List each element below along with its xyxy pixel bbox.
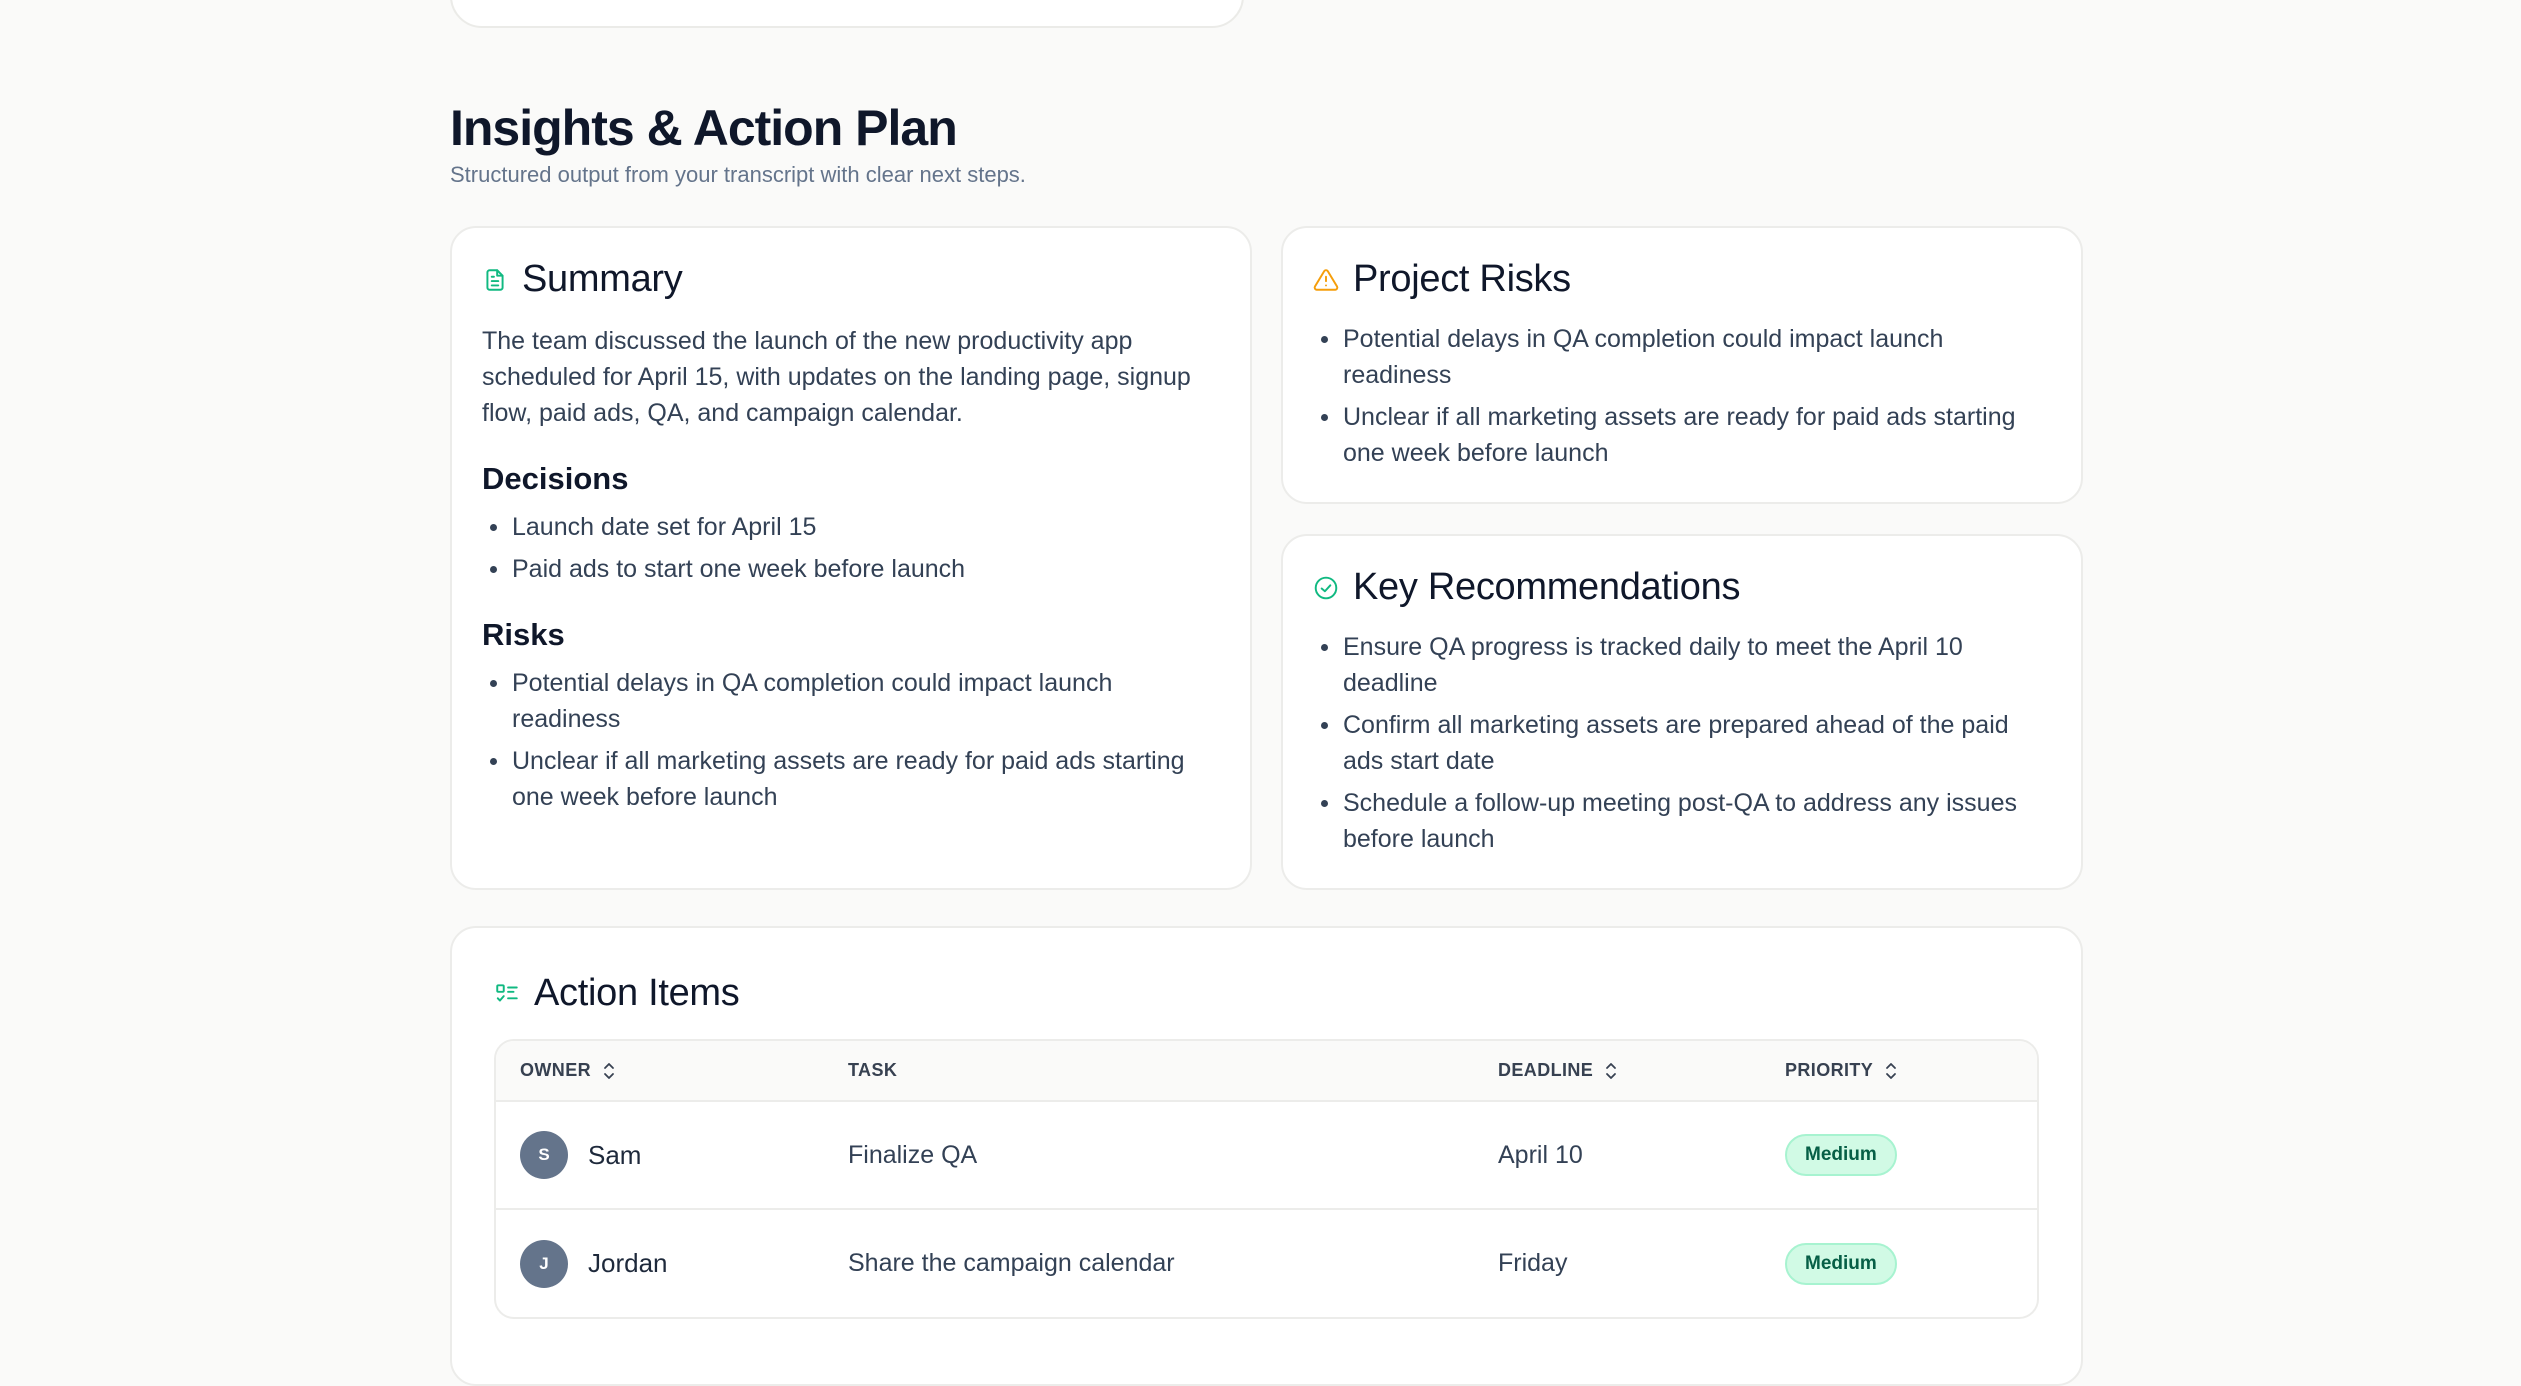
list-item: Unclear if all marketing assets are read… [482, 743, 1220, 815]
list-item: Potential delays in QA completion could … [482, 665, 1220, 737]
deadline-cell: April 10 [1474, 1100, 1761, 1209]
summary-risks-list: Potential delays in QA completion could … [482, 665, 1220, 815]
action-items-title: Action Items [534, 972, 740, 1014]
risks-title-row: Project Risks [1313, 258, 2051, 301]
avatar: S [520, 1131, 568, 1179]
summary-title-row: Summary [482, 258, 1220, 301]
decisions-list: Launch date set for April 15 Paid ads to… [482, 509, 1220, 587]
warning-icon [1313, 267, 1339, 293]
list-item: Launch date set for April 15 [482, 509, 1220, 545]
table-header-row: OWNER TASK DEADLINE PRIORITY [496, 1041, 2037, 1101]
section-title: Insights & Action Plan [450, 100, 958, 156]
owner-column-header[interactable]: OWNER [496, 1041, 824, 1101]
list-item: Ensure QA progress is tracked daily to m… [1313, 629, 2051, 701]
list-item: Unclear if all marketing assets are read… [1313, 399, 2051, 471]
project-risks-list: Potential delays in QA completion could … [1313, 321, 2051, 471]
project-risks-card: Project Risks Potential delays in QA com… [1281, 226, 2083, 504]
decisions-heading: Decisions [482, 461, 629, 496]
previous-card-fragment [450, 0, 1244, 28]
list-item: Schedule a follow-up meeting post-QA to … [1313, 785, 2051, 857]
recommendations-list: Ensure QA progress is tracked daily to m… [1313, 629, 2051, 857]
deadline-cell: Friday [1474, 1208, 1761, 1317]
task-cell: Finalize QA [824, 1100, 1474, 1209]
section-header: Insights & Action Plan Structured output… [450, 98, 1026, 188]
avatar: J [520, 1239, 568, 1288]
priority-column-header[interactable]: PRIORITY [1761, 1041, 2037, 1101]
risks-heading: Risks [482, 617, 565, 652]
document-icon [482, 267, 508, 293]
action-items-table-wrapper: OWNER TASK DEADLINE PRIORITY S Sam Final… [494, 1039, 2039, 1319]
project-risks-title: Project Risks [1353, 258, 1571, 300]
task-column-label: TASK [848, 1060, 898, 1080]
table-row: J Jordan Share the campaign calendar Fri… [496, 1208, 2037, 1317]
key-recommendations-card: Key Recommendations Ensure QA progress i… [1281, 534, 2083, 890]
task-cell: Share the campaign calendar [824, 1208, 1474, 1317]
key-recommendations-title: Key Recommendations [1353, 566, 1741, 608]
priority-badge: Medium [1785, 1242, 1897, 1285]
priority-column-label: PRIORITY [1785, 1060, 1874, 1080]
recommendations-title-row: Key Recommendations [1313, 566, 2051, 609]
sort-icon[interactable] [1883, 1061, 1899, 1081]
priority-cell: Medium [1761, 1208, 2037, 1317]
action-items-table: OWNER TASK DEADLINE PRIORITY S Sam Final… [496, 1041, 2037, 1317]
sort-icon[interactable] [601, 1061, 617, 1081]
table-row: S Sam Finalize QA April 10 Medium [496, 1100, 2037, 1209]
section-subtitle: Structured output from your transcript w… [450, 162, 1026, 187]
sort-icon[interactable] [1603, 1061, 1619, 1081]
summary-card: Summary The team discussed the launch of… [450, 226, 1252, 890]
summary-text: The team discussed the launch of the new… [482, 327, 1191, 427]
owner-cell: S Sam [496, 1100, 824, 1209]
check-circle-icon [1313, 575, 1339, 601]
owner-column-label: OWNER [520, 1060, 591, 1080]
checklist-icon [494, 981, 520, 1007]
action-items-card: Action Items OWNER TASK DEADLINE PRIORIT… [450, 926, 2083, 1386]
list-item: Confirm all marketing assets are prepare… [1313, 707, 2051, 779]
priority-badge: Medium [1785, 1134, 1897, 1176]
task-column-header: TASK [824, 1041, 1474, 1101]
owner-cell: J Jordan [496, 1208, 824, 1317]
deadline-column-label: DEADLINE [1498, 1060, 1594, 1080]
deadline-column-header[interactable]: DEADLINE [1474, 1041, 1761, 1101]
owner-name: Sam [588, 1139, 642, 1170]
owner-name: Jordan [588, 1248, 668, 1278]
list-item: Potential delays in QA completion could … [1313, 321, 2051, 393]
list-item: Paid ads to start one week before launch [482, 551, 1220, 587]
summary-title: Summary [522, 258, 683, 300]
action-items-title-row: Action Items [494, 972, 2039, 1015]
priority-cell: Medium [1761, 1100, 2037, 1209]
